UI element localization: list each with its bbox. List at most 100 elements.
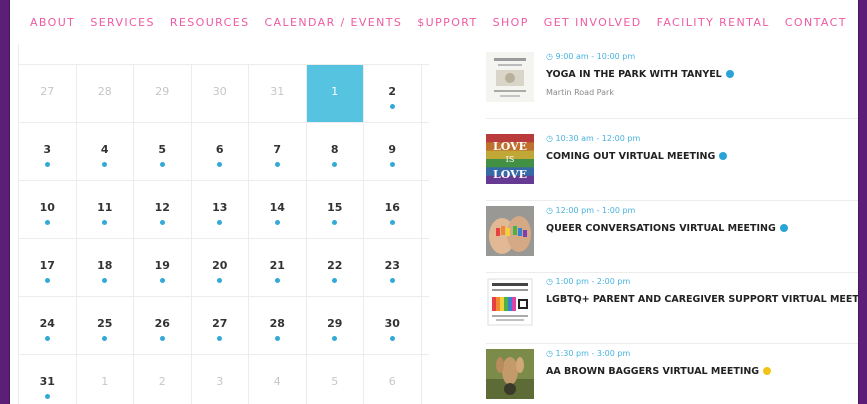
event-indicator-dot [274, 278, 280, 283]
event-indicator-dot [44, 336, 50, 341]
calendar-grid: 27 28 29 30 31 1 2 3 4 5 6 7 8 9 10 11 12 13 14 15 16 17 18 19 2… [18, 44, 429, 404]
calendar-day[interactable]: 11 [77, 181, 134, 238]
event-title-link[interactable]: QUEER CONVERSATIONS VIRTUAL MEETING [546, 223, 788, 234]
nav-resources[interactable]: RESOURCES [170, 16, 250, 29]
calendar-day[interactable]: 8 [307, 123, 364, 180]
event-indicator-dot [274, 162, 280, 167]
calendar-day-number: 5 [331, 375, 339, 388]
nav-facility-rental[interactable]: FACILITY RENTAL [657, 16, 770, 29]
event-indicator-dot [217, 162, 223, 167]
calendar-day[interactable]: 27 [19, 65, 77, 122]
event-thumbnail[interactable] [486, 52, 534, 102]
calendar-day[interactable]: 1 [77, 355, 134, 404]
calendar-day[interactable]: 29 [134, 65, 192, 122]
calendar-day[interactable]: 6 [364, 355, 422, 404]
calendar-day-number: 24 [39, 317, 55, 330]
calendar-day[interactable]: 10 [19, 181, 77, 238]
event-item[interactable]: ◷ 1:00 pm - 2:00 pm LGBTQ+ PARENT AND CAR… [486, 277, 858, 337]
calendar-day-number: 13 [212, 201, 228, 214]
event-indicator-dot [389, 220, 395, 225]
event-thumbnail[interactable] [486, 277, 534, 327]
calendar-day[interactable]: 18 [77, 239, 134, 296]
calendar-week-row: 24 25 26 27 28 29 30 [19, 297, 429, 355]
event-title-link[interactable]: COMING OUT VIRTUAL MEETING [546, 151, 728, 162]
calendar-day[interactable]: 4 [77, 123, 134, 180]
calendar-day[interactable]: 24 [19, 297, 77, 354]
event-indicator-dot [44, 162, 50, 167]
calendar-day-number: 19 [154, 259, 170, 272]
event-indicator-dot [389, 278, 395, 283]
event-item[interactable]: ◷ 9:00 am - 10:00 pm YOGA IN THE PARK WIT… [486, 52, 858, 112]
calendar-day[interactable]: 12 [134, 181, 192, 238]
calendar-day[interactable]: 22 [307, 239, 364, 296]
event-title-link[interactable]: AA BROWN BAGGERS VIRTUAL MEETING [546, 366, 772, 377]
calendar-day[interactable]: 19 [134, 239, 192, 296]
event-item[interactable]: LOVE IS LOVE ◷ 10:30 am - 12:00 pm COMING OU… [486, 134, 858, 194]
event-time: ◷ 1:00 pm - 2:00 pm [546, 277, 631, 286]
calendar-day-today[interactable]: 1 [306, 65, 364, 122]
calendar-day[interactable]: 4 [249, 355, 307, 404]
calendar-day[interactable]: 28 [77, 65, 134, 122]
calendar-day[interactable]: 23 [364, 239, 422, 296]
calendar-day-number: 12 [154, 201, 170, 214]
nav-contact[interactable]: CONTACT [785, 16, 847, 29]
calendar-day[interactable]: 17 [19, 239, 77, 296]
nav-about[interactable]: ABOUT [30, 16, 75, 29]
nav-calendar-events[interactable]: CALENDAR / EVENTS [264, 16, 402, 29]
event-item[interactable]: ◷ 1:30 pm - 3:00 pm AA BROWN BAGGERS VIRT… [486, 349, 858, 404]
calendar-day[interactable]: 31 [19, 355, 77, 404]
calendar-day[interactable]: 26 [134, 297, 192, 354]
calendar-day[interactable]: 5 [134, 123, 192, 180]
calendar-day[interactable]: 30 [364, 297, 422, 354]
calendar-week-row: 3 4 5 6 7 8 9 [19, 123, 429, 181]
event-divider [486, 272, 858, 273]
calendar-day-number: 5 [158, 143, 167, 156]
calendar-day[interactable]: 21 [249, 239, 307, 296]
event-thumbnail[interactable]: LOVE IS LOVE [486, 134, 534, 184]
nav-support[interactable]: $UPPORT [417, 16, 477, 29]
calendar-day[interactable]: 16 [364, 181, 422, 238]
event-thumbnail[interactable] [486, 349, 534, 399]
calendar-day[interactable]: 28 [249, 297, 307, 354]
event-indicator-dot [217, 278, 223, 283]
event-indicator-dot [332, 336, 338, 341]
calendar-day[interactable]: 14 [249, 181, 307, 238]
event-title-link[interactable]: YOGA IN THE PARK WITH TANYEL [546, 69, 734, 80]
event-location: Martin Road Park [546, 88, 614, 97]
event-indicator-dot [389, 162, 395, 167]
calendar-day-number: 6 [388, 375, 396, 388]
thumb-love-text-2: IS [506, 155, 515, 164]
calendar-day[interactable]: 3 [19, 123, 77, 180]
nav-get-involved[interactable]: GET INVOLVED [544, 16, 642, 29]
nav-shop[interactable]: SHOP [493, 16, 529, 29]
calendar-day-number: 29 [327, 317, 343, 330]
calendar-day[interactable]: 7 [249, 123, 307, 180]
calendar-day[interactable]: 3 [192, 355, 249, 404]
calendar-day-number: 4 [100, 143, 109, 156]
event-indicator-dot [102, 162, 108, 167]
calendar-day[interactable]: 13 [192, 181, 249, 238]
calendar-day[interactable]: 25 [77, 297, 134, 354]
calendar-day[interactable]: 27 [192, 297, 249, 354]
calendar-day-number: 26 [154, 317, 170, 330]
calendar-day[interactable]: 6 [192, 123, 249, 180]
calendar-day[interactable]: 20 [192, 239, 249, 296]
calendar-day[interactable]: 5 [307, 355, 364, 404]
event-title-link[interactable]: LGBTQ+ PARENT AND CAREGIVER SUPPORT VIRT… [546, 294, 858, 305]
calendar-day[interactable]: 9 [364, 123, 422, 180]
calendar-week-row: 31 1 2 3 4 5 6 [19, 355, 429, 404]
calendar-day[interactable]: 31 [249, 65, 307, 122]
calendar-day[interactable]: 2 [364, 65, 422, 122]
event-time: ◷ 12:00 pm - 1:00 pm [546, 206, 636, 215]
event-indicator-dot [159, 278, 165, 283]
calendar-day[interactable]: 2 [134, 355, 192, 404]
calendar-day[interactable]: 15 [307, 181, 364, 238]
calendar-day-number: 14 [269, 201, 285, 214]
nav-services[interactable]: SERVICES [90, 16, 155, 29]
calendar-week-row: 27 28 29 30 31 1 2 [19, 65, 429, 123]
calendar-day[interactable]: 30 [192, 65, 249, 122]
event-item[interactable]: ◷ 12:00 pm - 1:00 pm QUEER CONVERSATIONS … [486, 206, 858, 266]
event-thumbnail[interactable] [486, 206, 534, 256]
calendar-day[interactable]: 29 [307, 297, 364, 354]
event-title: YOGA IN THE PARK WITH TANYEL [546, 69, 722, 80]
